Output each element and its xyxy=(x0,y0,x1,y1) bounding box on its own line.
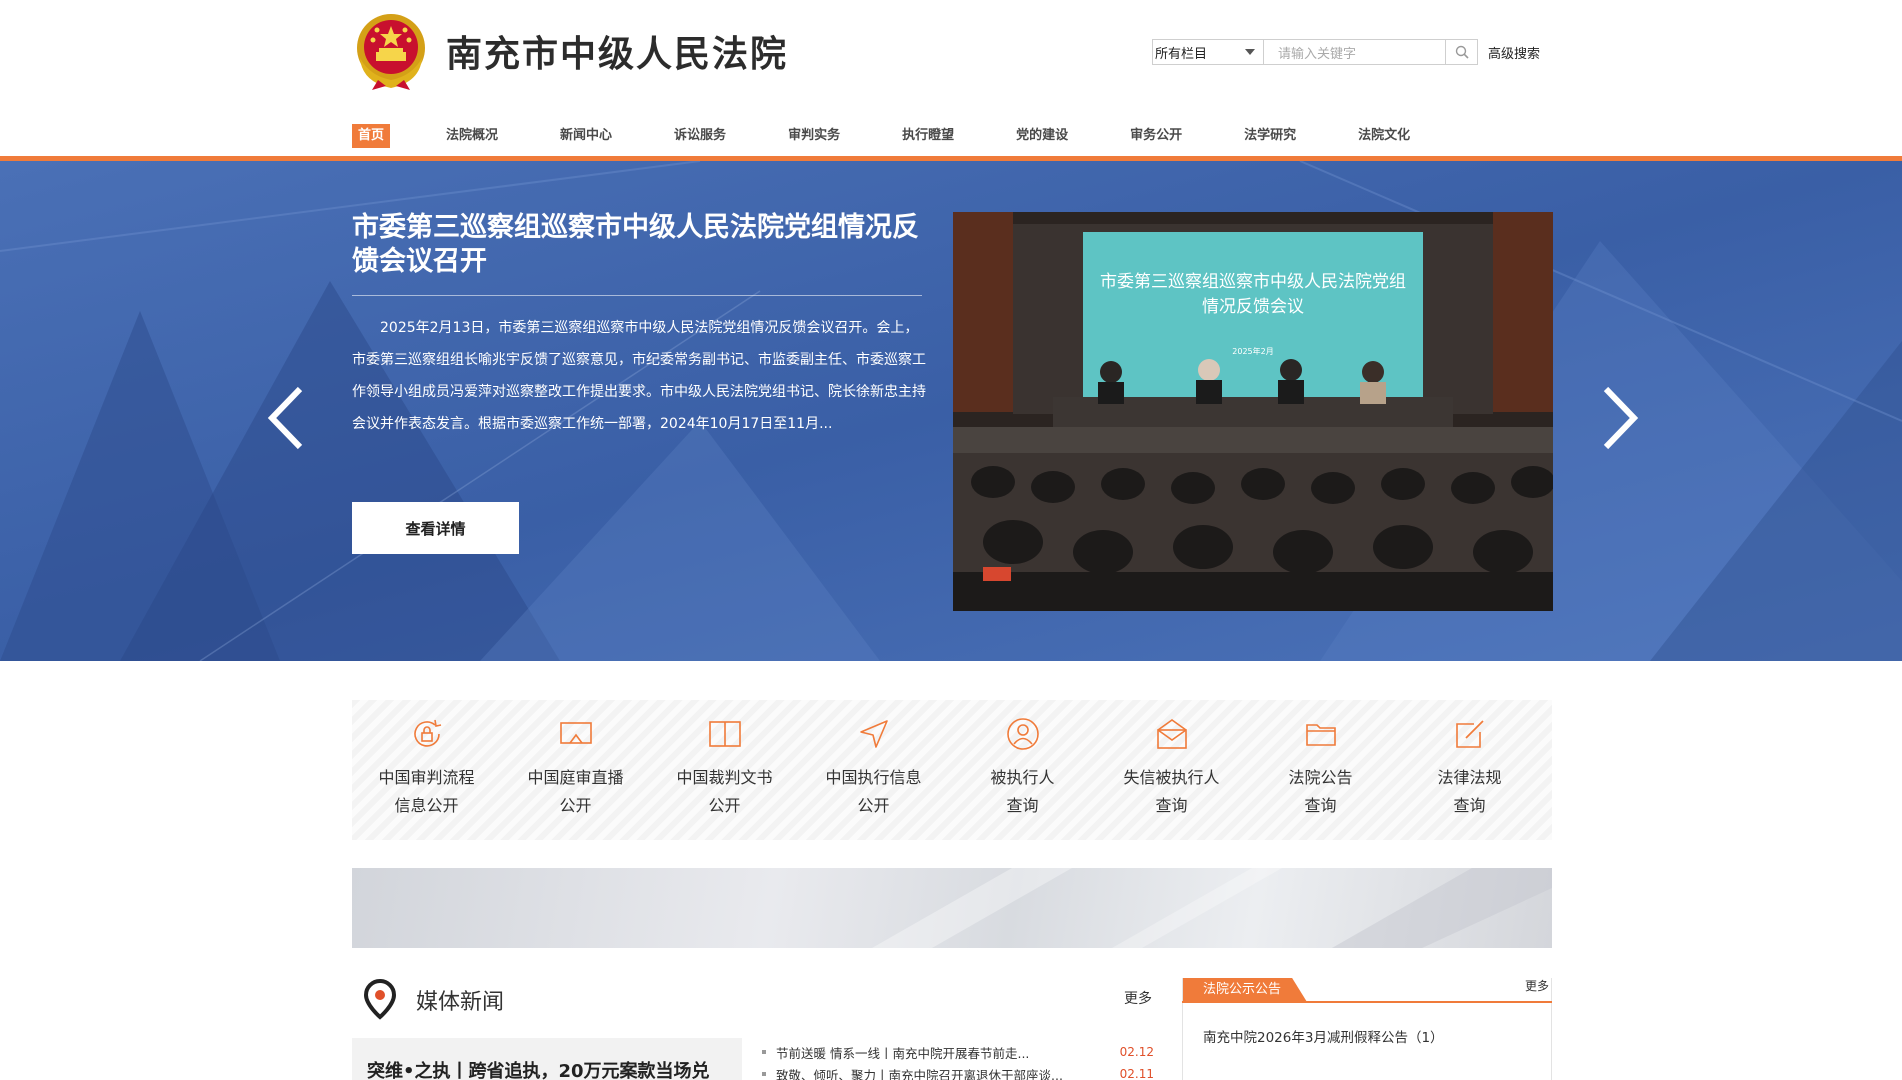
search-scope-select[interactable]: 所有栏目 xyxy=(1152,39,1264,65)
service-dishonest-debtor-query[interactable]: 失信被执行人 查询 xyxy=(1097,700,1246,840)
screen-icon xyxy=(559,722,592,744)
nav-item-judicial-openness[interactable]: 审务公开 xyxy=(1124,124,1188,148)
main-nav: 首页 法院概况 新闻中心 诉讼服务 审判实务 执行瞪望 党的建设 审务公开 法学… xyxy=(352,121,1552,151)
view-details-button[interactable]: 查看详情 xyxy=(352,502,519,554)
search-scope-value: 所有栏目 xyxy=(1155,46,1208,62)
banner-photo[interactable]: 市委第三巡察组巡察市中级人民法院党组 情况反馈会议 2025年2月 xyxy=(953,212,1553,611)
media-news-icon xyxy=(363,978,397,1020)
edit-icon xyxy=(1455,720,1484,748)
prev-slide-arrow-icon[interactable] xyxy=(264,383,308,453)
advanced-search-link[interactable]: 高级搜索 xyxy=(1488,43,1540,62)
search-button[interactable] xyxy=(1446,39,1478,65)
service-enforcement-info[interactable]: 中国执行信息 公开 xyxy=(799,700,948,840)
service-trial-process[interactable]: 中国审判流程 信息公开 xyxy=(352,700,501,840)
hero-banner: 市委第三巡察组巡察市中级人民法院党组情况反馈会议召开 2025年2月13日，市委… xyxy=(0,161,1902,661)
strip-decoration xyxy=(872,868,1552,948)
service-court-notice-query[interactable]: 法院公告 查询 xyxy=(1246,700,1395,840)
page: 南充市中级人民法院 所有栏目 请输入关键字 高级搜索 首页 法院概况 新闻中心 … xyxy=(0,0,1902,1080)
nav-item-court-culture[interactable]: 法院文化 xyxy=(1352,124,1416,148)
envelope-icon xyxy=(1156,719,1187,749)
meeting-photo: 市委第三巡察组巡察市中级人民法院党组 情况反馈会议 2025年2月 xyxy=(953,212,1553,611)
service-laws-query[interactable]: 法律法规 查询 xyxy=(1395,700,1544,840)
service-label: 中国庭审直播 公开 xyxy=(527,768,624,815)
service-label: 中国裁判文书 公开 xyxy=(676,768,773,815)
photo-screen-line1: 市委第三巡察组巡察市中级人民法院党组 xyxy=(1100,272,1406,292)
chevron-down-icon xyxy=(1245,49,1255,55)
nav-item-court-overview[interactable]: 法院概况 xyxy=(440,124,504,148)
service-label: 失信被执行人 查询 xyxy=(1123,768,1220,815)
site-logo[interactable]: 南充市中级人民法院 xyxy=(352,10,788,92)
news-item-title: 致敬、倾听、聚力丨南充中院召开离退休干部座谈... xyxy=(776,1067,1063,1080)
news-item-date: 02.11 xyxy=(1119,1067,1154,1080)
photo-screen-date: 2025年2月 xyxy=(1232,346,1273,356)
book-icon xyxy=(708,721,741,747)
notice-list-item[interactable]: 南充中院2026年3月减刑假释公告（1） xyxy=(1203,1026,1444,1046)
featured-news-card[interactable]: 突维•之执丨跨省追执，20万元案款当场兑 xyxy=(352,1038,742,1080)
media-news-title: 媒体新闻 xyxy=(416,990,505,1015)
service-label: 法律法规 查询 xyxy=(1437,768,1502,815)
service-debtor-query[interactable]: 被执行人 查询 xyxy=(948,700,1097,840)
bullet xyxy=(762,1050,766,1054)
search-icon xyxy=(1455,45,1469,59)
nav-item-enforcement[interactable]: 执行瞪望 xyxy=(896,124,960,148)
news-item-title: 节前送暖 情系一线丨南充中院开展春节前走... xyxy=(776,1045,1030,1061)
nav-item-legal-research[interactable]: 法学研究 xyxy=(1238,124,1302,148)
service-court-livestream[interactable]: 中国庭审直播 公开 xyxy=(501,700,650,840)
search-bar: 所有栏目 请输入关键字 高级搜索 xyxy=(1152,39,1540,65)
site-title: 南充市中级人民法院 xyxy=(446,34,789,75)
service-label: 中国审判流程 信息公开 xyxy=(378,768,475,815)
list-item[interactable]: 致敬、倾听、聚力丨南充中院召开离退休干部座谈... 02.11 xyxy=(762,1063,1154,1080)
promo-strip[interactable] xyxy=(352,868,1552,948)
send-icon xyxy=(859,720,888,748)
nav-item-trial-practice[interactable]: 审判实务 xyxy=(782,124,846,148)
featured-news-title: 突维•之执丨跨省追执，20万元案款当场兑 xyxy=(367,1061,710,1080)
folder-icon xyxy=(1305,724,1336,746)
bullet xyxy=(762,1072,766,1076)
tab-court-notices[interactable]: 法院公示公告 xyxy=(1183,978,1307,1002)
site-header: 南充市中级人民法院 所有栏目 请输入关键字 高级搜索 首页 法院概况 新闻中心 … xyxy=(0,0,1902,162)
photo-screen-line2: 情况反馈会议 xyxy=(1202,297,1304,317)
service-judgment-documents[interactable]: 中国裁判文书 公开 xyxy=(650,700,799,840)
media-news-list: 节前送暖 情系一线丨南充中院开展春节前走... 02.12 致敬、倾听、聚力丨南… xyxy=(762,1041,1154,1080)
banner-summary: 2025年2月13日，市委第三巡察组巡察市中级人民法院党组情况反馈会议召开。会上… xyxy=(352,320,926,432)
nav-item-news-center[interactable]: 新闻中心 xyxy=(554,124,618,148)
notice-more-link[interactable]: 更多 xyxy=(1525,977,1549,994)
service-label: 中国执行信息 公开 xyxy=(825,768,922,815)
banner-divider xyxy=(352,295,922,296)
media-news-more-link[interactable]: 更多 xyxy=(1124,988,1152,1008)
nav-item-litigation-service[interactable]: 诉讼服务 xyxy=(668,124,732,148)
service-label: 被执行人 查询 xyxy=(990,768,1055,815)
search-input[interactable]: 请输入关键字 xyxy=(1264,39,1446,65)
lock-refresh-icon xyxy=(413,719,441,747)
quick-services: 中国审判流程 信息公开 中国庭审直播 公开 中国裁判文书 公开 中国执行信息 公开 xyxy=(352,700,1552,840)
person-icon xyxy=(1006,718,1039,750)
list-item[interactable]: 节前送暖 情系一线丨南充中院开展春节前走... 02.12 xyxy=(762,1041,1154,1063)
service-label: 法院公告 查询 xyxy=(1288,768,1353,815)
national-emblem-icon xyxy=(357,14,425,90)
next-slide-arrow-icon[interactable] xyxy=(1598,383,1642,453)
banner-headline[interactable]: 市委第三巡察组巡察市中级人民法院党组情况反馈会议召开 xyxy=(352,211,927,279)
news-item-date: 02.12 xyxy=(1119,1045,1154,1059)
nav-item-party-building[interactable]: 党的建设 xyxy=(1010,124,1074,148)
nav-item-home[interactable]: 首页 xyxy=(352,124,391,148)
